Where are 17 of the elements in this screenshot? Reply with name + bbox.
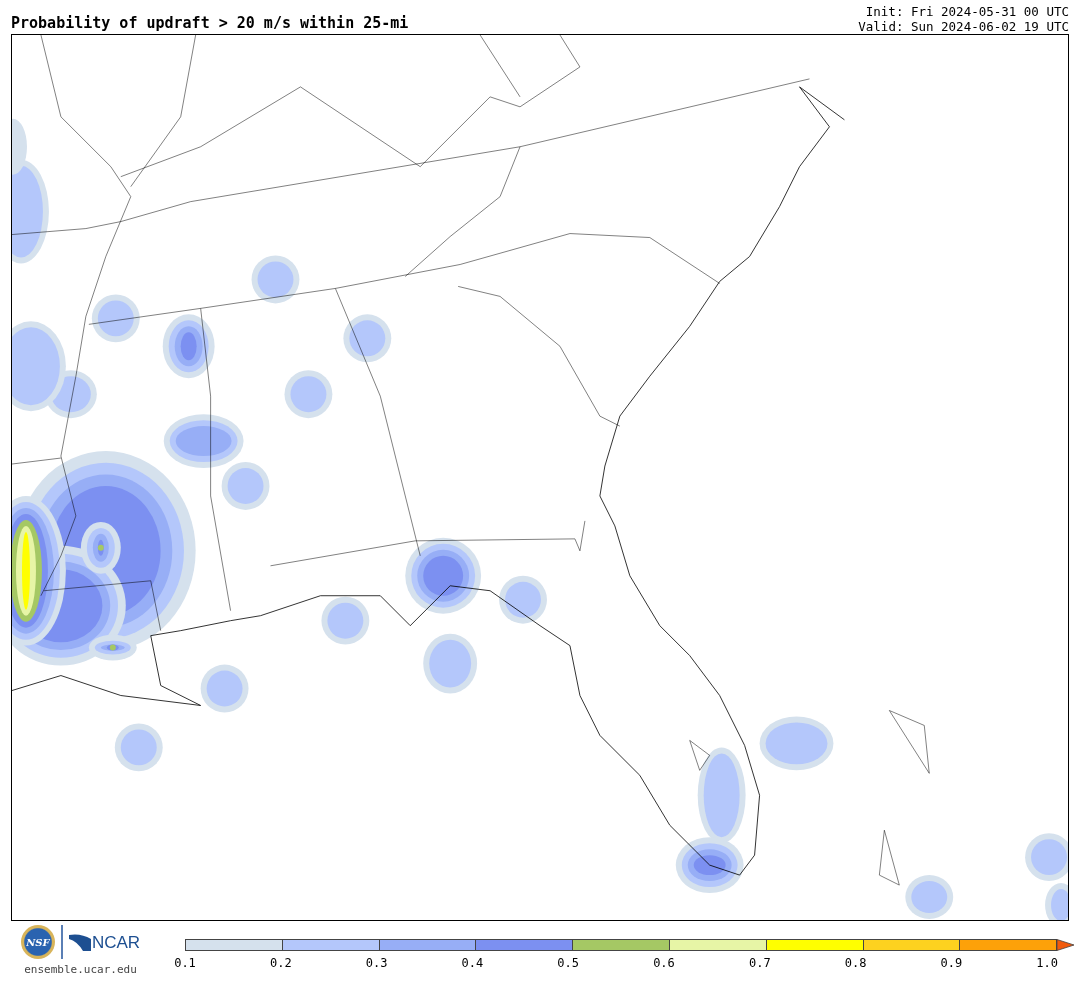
scale-label: 0.8 — [844, 956, 867, 970]
ncar-logo: NCAR — [91, 934, 141, 951]
nsf-logo: NSF — [20, 925, 55, 959]
scale-label: 0.6 — [653, 956, 675, 970]
scale-label: 0.3 — [365, 956, 388, 970]
scale-label: 1.0 — [1036, 956, 1058, 970]
valid-time: Valid: Sun 2024-06-02 19 UTC — [858, 19, 1069, 34]
scale-label: 0.7 — [748, 956, 771, 970]
init-time: Init: Fri 2024-05-31 00 UTC — [865, 4, 1069, 19]
scale-label: 0.4 — [461, 956, 484, 970]
site-url: ensemble.ucar.edu — [24, 963, 137, 976]
swoosh-icon — [68, 933, 91, 951]
plot-title: Probability of updraft > 20 m/s within 25-mi — [11, 14, 409, 34]
scale-label: 0.1 — [174, 956, 196, 970]
scale-label: 0.9 — [940, 956, 963, 970]
scale-label: 0.5 — [557, 956, 580, 970]
scale-label: 0.2 — [269, 956, 292, 970]
